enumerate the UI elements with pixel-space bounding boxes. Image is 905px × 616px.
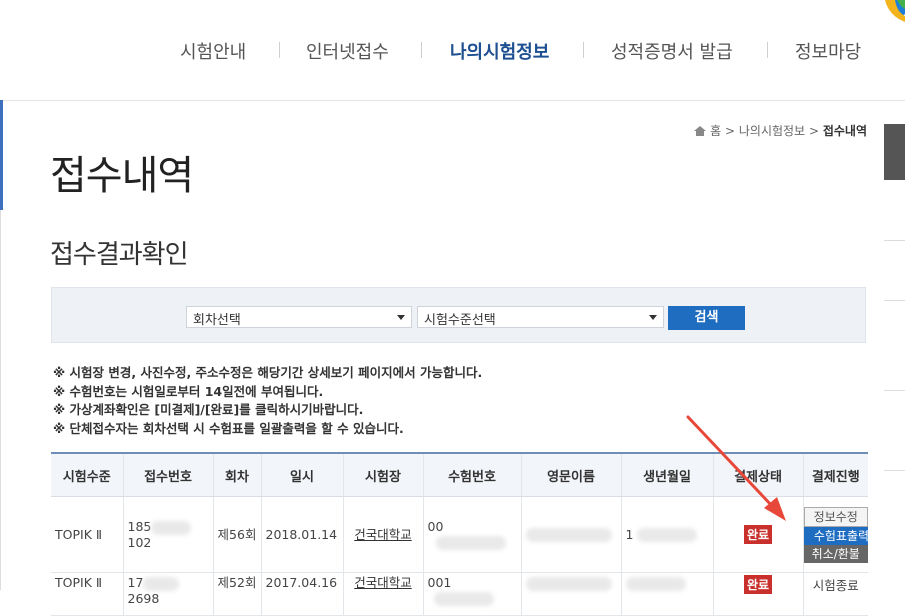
redacted-blur bbox=[637, 528, 698, 543]
exam-no-prefix: 001 bbox=[427, 575, 452, 590]
cell-round: 제52회 bbox=[213, 572, 262, 616]
breadcrumb-home[interactable]: 홈 bbox=[710, 124, 721, 138]
col-header-english-name: 영문이름 bbox=[521, 452, 622, 497]
nav-divider bbox=[279, 42, 280, 58]
reg-no-suffix: 102 bbox=[127, 534, 152, 550]
nav-divider bbox=[767, 42, 768, 58]
cell-reg-no: 185102 bbox=[123, 496, 214, 573]
col-header-birthdate: 생년월일 bbox=[621, 452, 714, 497]
search-panel: 회차선택 시험수준선택 검색 bbox=[51, 287, 866, 343]
table-row: TOPIK Ⅱ 172698 제52회 2017.04.16 건국대학교 001… bbox=[51, 572, 868, 616]
col-header-reg-no: 접수번호 bbox=[123, 452, 214, 497]
venue-link[interactable]: 건국대학교 bbox=[354, 575, 412, 590]
cell-venue[interactable]: 건국대학교 bbox=[343, 572, 424, 616]
cell-reg-no: 172698 bbox=[123, 572, 214, 616]
cell-birthdate bbox=[621, 572, 714, 616]
left-accent-rule bbox=[0, 100, 3, 210]
cell-round: 제56회 bbox=[213, 496, 262, 573]
notice-item: ※ 수험번호는 시험일로부터 14일전에 부여됩니다. bbox=[53, 383, 324, 399]
registration-table: 시험수준 접수번호 회차 일시 시험장 수험번호 영문이름 생년월일 결제상태 … bbox=[51, 452, 868, 616]
notice-list: ※ 시험장 변경, 사진수정, 주소수정은 해당기간 상세보기 페이지에서 가능… bbox=[53, 364, 482, 438]
cell-payment-action: 정보수정 수험표출력 취소/환불 bbox=[803, 496, 868, 573]
nav-item-certificate[interactable]: 성적증명서 발급 bbox=[611, 38, 733, 64]
round-select-value: 회차선택 bbox=[193, 313, 241, 328]
cell-exam-no: 00 bbox=[423, 496, 522, 573]
chevron-down-icon bbox=[649, 315, 657, 320]
status-badge[interactable]: 완료 bbox=[743, 575, 773, 594]
table-row: TOPIK Ⅱ 185102 제56회 2018.01.14 건국대학교 00 … bbox=[51, 496, 868, 573]
birth-prefix: 1 bbox=[625, 526, 634, 542]
right-sidebar-divider bbox=[884, 240, 905, 241]
status-badge[interactable]: 완료 bbox=[743, 525, 773, 544]
breadcrumb: 홈 > 나의시험정보 > 접수내역 bbox=[694, 122, 867, 139]
left-divider bbox=[0, 210, 1, 590]
redacted-blur bbox=[435, 535, 506, 550]
search-button[interactable]: 검색 bbox=[668, 306, 745, 330]
breadcrumb-current: 접수내역 bbox=[822, 124, 867, 138]
right-sidebar-divider bbox=[884, 390, 905, 391]
round-select[interactable]: 회차선택 bbox=[186, 306, 412, 328]
nav-divider bbox=[421, 42, 422, 58]
cell-birthdate: 1 bbox=[621, 496, 714, 573]
nav-item-my-exam-info[interactable]: 나의시험정보 bbox=[450, 38, 549, 64]
cell-level: TOPIK Ⅱ bbox=[51, 496, 124, 573]
col-header-round: 회차 bbox=[213, 452, 262, 497]
cell-exam-no: 001 bbox=[423, 572, 522, 616]
right-sidebar-divider bbox=[884, 470, 905, 471]
nav-divider bbox=[583, 42, 584, 58]
nav-item-exam-guide[interactable]: 시험안내 bbox=[180, 38, 246, 64]
level-select[interactable]: 시험수준선택 bbox=[417, 306, 664, 328]
redacted-blur bbox=[625, 576, 686, 591]
cell-payment-status[interactable]: 완료 bbox=[713, 496, 804, 573]
reg-no-prefix: 17 bbox=[127, 575, 144, 590]
redacted-blur bbox=[525, 576, 612, 591]
cell-payment-action: 시험종료 bbox=[803, 572, 868, 616]
nav-item-info-plaza[interactable]: 정보마당 bbox=[795, 38, 861, 64]
nav-item-internet-registration[interactable]: 인터넷접수 bbox=[306, 38, 389, 64]
redacted-blur bbox=[525, 528, 612, 543]
top-nav: 시험안내 인터넷접수 나의시험정보 성적증명서 발급 정보마당 bbox=[0, 0, 905, 101]
cell-english-name bbox=[521, 572, 622, 616]
breadcrumb-sep: > bbox=[724, 124, 736, 138]
notice-item: ※ 단체접수자는 회차선택 시 수험표를 일괄출력을 할 수 있습니다. bbox=[53, 420, 404, 436]
col-header-date: 일시 bbox=[261, 452, 344, 497]
col-header-venue: 시험장 bbox=[343, 452, 424, 497]
col-header-payment-action: 결제진행 bbox=[803, 452, 868, 497]
col-header-level: 시험수준 bbox=[51, 452, 124, 497]
venue-link[interactable]: 건국대학교 bbox=[354, 527, 412, 542]
exam-no-prefix: 00 bbox=[427, 519, 444, 535]
breadcrumb-parent[interactable]: 나의시험정보 bbox=[739, 124, 805, 138]
right-sidebar-tab[interactable] bbox=[884, 124, 905, 180]
col-header-payment-status: 결제상태 bbox=[713, 452, 804, 497]
cancel-refund-button[interactable]: 취소/환불 bbox=[803, 544, 868, 563]
cell-english-name bbox=[521, 496, 622, 573]
cell-date: 2017.04.16 bbox=[261, 572, 344, 616]
page-title: 접수내역 bbox=[50, 153, 194, 199]
chevron-down-icon bbox=[397, 315, 405, 320]
redacted-blur bbox=[143, 576, 180, 591]
cell-venue[interactable]: 건국대학교 bbox=[343, 496, 424, 573]
cell-level: TOPIK Ⅱ bbox=[51, 572, 124, 616]
notice-item: ※ 가상계좌확인은 [미결제]/[완료]를 클릭하시기바랍니다. bbox=[53, 402, 364, 417]
redacted-blur bbox=[151, 520, 192, 535]
print-ticket-button[interactable]: 수험표출력 bbox=[803, 526, 868, 545]
cell-date: 2018.01.14 bbox=[261, 496, 344, 573]
edit-info-button[interactable]: 정보수정 bbox=[803, 506, 868, 527]
reg-no-prefix: 185 bbox=[127, 519, 152, 535]
breadcrumb-sep: > bbox=[808, 124, 819, 138]
level-select-value: 시험수준선택 bbox=[424, 313, 496, 328]
cell-payment-status[interactable]: 완료 bbox=[713, 572, 804, 616]
redacted-blur bbox=[433, 591, 494, 606]
right-sidebar-divider bbox=[884, 300, 905, 301]
section-title: 접수결과확인 bbox=[50, 240, 189, 270]
col-header-exam-no: 수험번호 bbox=[423, 452, 522, 497]
table-header-row: 시험수준 접수번호 회차 일시 시험장 수험번호 영문이름 생년월일 결제상태 … bbox=[51, 452, 868, 497]
notice-item: ※ 시험장 변경, 사진수정, 주소수정은 해당기간 상세보기 페이지에서 가능… bbox=[53, 365, 483, 380]
home-icon[interactable] bbox=[694, 126, 707, 136]
